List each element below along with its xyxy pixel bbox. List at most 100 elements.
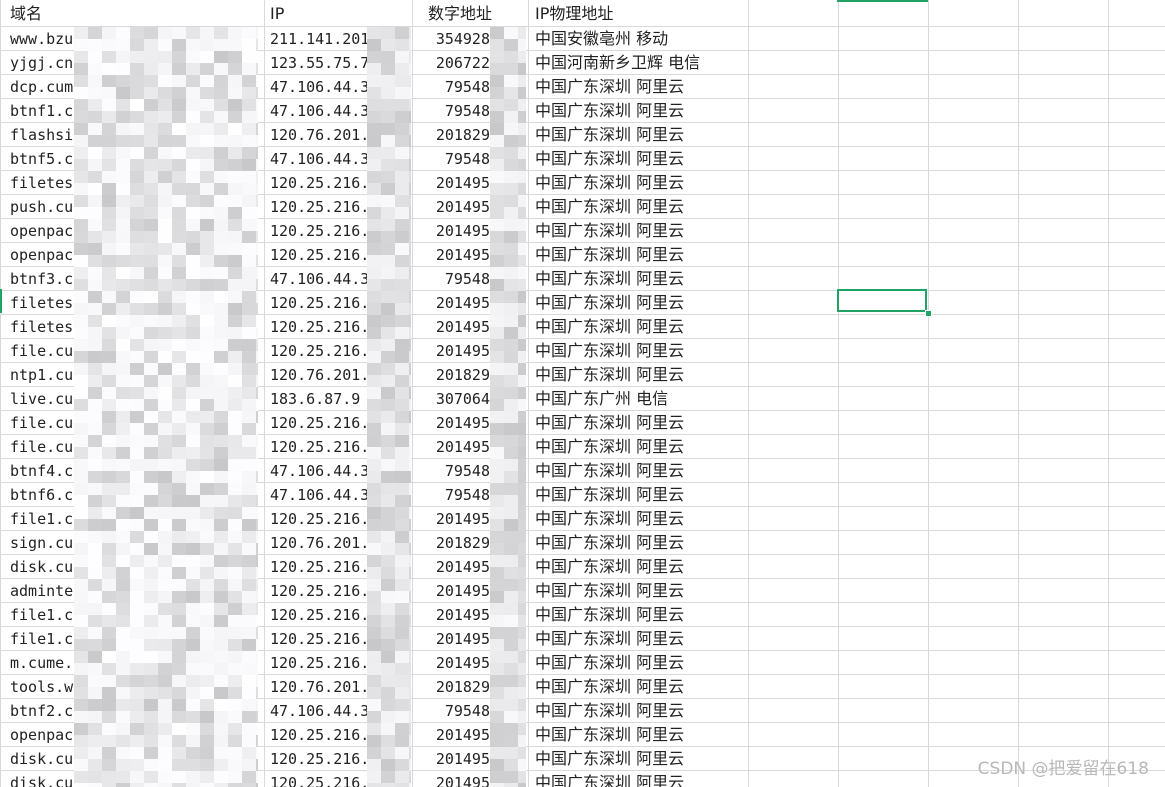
cell-physical-address[interactable]: 中国广东深圳 阿里云 [535, 699, 745, 723]
cell-numeric-address[interactable]: 201495 [418, 219, 490, 243]
cell-physical-address[interactable]: 中国广东深圳 阿里云 [535, 411, 745, 435]
mosaic-block [367, 39, 381, 51]
cell-physical-address[interactable]: 中国广东深圳 阿里云 [535, 555, 745, 579]
header-numeric-address[interactable]: 数字地址 [428, 2, 528, 26]
mosaic-block [504, 711, 518, 723]
cell-numeric-address[interactable]: 201495 [418, 747, 490, 771]
mosaic-block [490, 687, 504, 699]
cell-numeric-address[interactable]: 79548 [418, 267, 490, 291]
cell-numeric-address[interactable]: 79548 [418, 483, 490, 507]
mosaic-block [130, 627, 144, 639]
cell-physical-address[interactable]: 中国广东深圳 阿里云 [535, 171, 745, 195]
cell-physical-address[interactable]: 中国广东广州 电信 [535, 387, 745, 411]
cell-numeric-address[interactable]: 201495 [418, 411, 490, 435]
mosaic-block [256, 411, 258, 423]
mosaic-block [74, 759, 88, 771]
mosaic-block [242, 435, 256, 447]
cell-numeric-address[interactable]: 201829 [418, 123, 490, 147]
cell-physical-address[interactable]: 中国广东深圳 阿里云 [535, 531, 745, 555]
mosaic-block [130, 375, 144, 387]
mosaic-block [214, 111, 228, 123]
mosaic-block [214, 399, 228, 411]
mosaic-block [367, 555, 381, 567]
cell-physical-address[interactable]: 中国广东深圳 阿里云 [535, 747, 745, 771]
cell-physical-address[interactable]: 中国广东深圳 阿里云 [535, 243, 745, 267]
cell-numeric-address[interactable]: 201495 [418, 771, 490, 787]
fill-handle[interactable] [925, 310, 932, 317]
cell-numeric-address[interactable]: 201495 [418, 579, 490, 603]
mosaic-block [409, 363, 411, 375]
cell-physical-address[interactable]: 中国广东深圳 阿里云 [535, 291, 745, 315]
redaction-mosaic [74, 771, 258, 787]
mosaic-block [490, 543, 504, 555]
cell-physical-address[interactable]: 中国安徽亳州 移动 [535, 27, 745, 51]
cell-physical-address[interactable]: 中国广东深圳 阿里云 [535, 723, 745, 747]
cell-physical-address[interactable]: 中国广东深圳 阿里云 [535, 651, 745, 675]
cell-physical-address[interactable]: 中国广东深圳 阿里云 [535, 99, 745, 123]
cell-numeric-address[interactable]: 79548 [418, 147, 490, 171]
mosaic-block [130, 675, 144, 687]
mosaic-block [490, 375, 504, 387]
cell-numeric-address[interactable]: 307064 [418, 387, 490, 411]
cell-numeric-address[interactable]: 201829 [418, 675, 490, 699]
header-domain[interactable]: 域名 [10, 2, 258, 26]
cell-numeric-address[interactable]: 206722 [418, 51, 490, 75]
cell-numeric-address[interactable]: 201495 [418, 195, 490, 219]
mosaic-block [256, 75, 258, 87]
selected-cell[interactable] [837, 289, 927, 312]
cell-physical-address[interactable]: 中国广东深圳 阿里云 [535, 675, 745, 699]
cell-physical-address[interactable]: 中国广东深圳 阿里云 [535, 603, 745, 627]
cell-numeric-address[interactable]: 201495 [418, 651, 490, 675]
cell-numeric-address[interactable]: 201829 [418, 363, 490, 387]
cell-numeric-address[interactable]: 201495 [418, 243, 490, 267]
cell-numeric-address[interactable]: 201495 [418, 603, 490, 627]
cell-numeric-address[interactable]: 354928 [418, 27, 490, 51]
mosaic-block [172, 363, 186, 375]
cell-physical-address[interactable]: 中国广东深圳 阿里云 [535, 315, 745, 339]
cell-physical-address[interactable]: 中国广东深圳 阿里云 [535, 459, 745, 483]
mosaic-block [367, 579, 381, 591]
mosaic-block [102, 315, 116, 327]
cell-physical-address[interactable]: 中国广东深圳 阿里云 [535, 627, 745, 651]
mosaic-block [490, 171, 504, 183]
mosaic-block [102, 207, 116, 219]
header-ip[interactable]: IP [270, 2, 410, 26]
cell-physical-address[interactable]: 中国河南新乡卫辉 电信 [535, 51, 745, 75]
mosaic-block [256, 447, 258, 459]
mosaic-block [242, 183, 256, 195]
cell-numeric-address[interactable]: 201495 [418, 435, 490, 459]
cell-physical-address[interactable]: 中国广东深圳 阿里云 [535, 147, 745, 171]
cell-numeric-address[interactable]: 79548 [418, 699, 490, 723]
cell-numeric-address[interactable]: 201495 [418, 627, 490, 651]
cell-physical-address[interactable]: 中国广东深圳 阿里云 [535, 483, 745, 507]
cell-numeric-address[interactable]: 79548 [418, 99, 490, 123]
mosaic-block [228, 759, 242, 771]
cell-physical-address[interactable]: 中国广东深圳 阿里云 [535, 123, 745, 147]
cell-numeric-address[interactable]: 201495 [418, 555, 490, 579]
cell-physical-address[interactable]: 中国广东深圳 阿里云 [535, 579, 745, 603]
cell-numeric-address[interactable]: 201495 [418, 723, 490, 747]
cell-physical-address[interactable]: 中国广东深圳 阿里云 [535, 219, 745, 243]
cell-physical-address[interactable]: 中国广东深圳 阿里云 [535, 195, 745, 219]
cell-numeric-address[interactable]: 201829 [418, 531, 490, 555]
mosaic-block [186, 483, 200, 495]
cell-numeric-address[interactable]: 201495 [418, 171, 490, 195]
cell-physical-address[interactable]: 中国广东深圳 阿里云 [535, 435, 745, 459]
cell-physical-address[interactable]: 中国广东深圳 阿里云 [535, 363, 745, 387]
cell-numeric-address[interactable]: 201495 [418, 507, 490, 531]
cell-physical-address[interactable]: 中国广东深圳 阿里云 [535, 267, 745, 291]
cell-numeric-address[interactable]: 79548 [418, 459, 490, 483]
header-physical-address[interactable]: IP物理地址 [535, 2, 745, 26]
cell-physical-address[interactable]: 中国广东深圳 阿里云 [535, 507, 745, 531]
cell-numeric-address[interactable]: 201495 [418, 339, 490, 363]
cell-numeric-address[interactable]: 201495 [418, 315, 490, 339]
redaction-mosaic [367, 627, 411, 651]
mosaic-block [228, 63, 242, 75]
cell-numeric-address[interactable]: 201495 [418, 291, 490, 315]
cell-physical-address[interactable]: 中国广东深圳 阿里云 [535, 771, 745, 787]
cell-physical-address[interactable]: 中国广东深圳 阿里云 [535, 339, 745, 363]
mosaic-block [200, 675, 214, 687]
spreadsheet[interactable]: 域名 IP 数字地址 IP物理地址 www.bzu 211.141.201 3549… [0, 0, 1165, 787]
cell-physical-address[interactable]: 中国广东深圳 阿里云 [535, 75, 745, 99]
cell-numeric-address[interactable]: 79548 [418, 75, 490, 99]
